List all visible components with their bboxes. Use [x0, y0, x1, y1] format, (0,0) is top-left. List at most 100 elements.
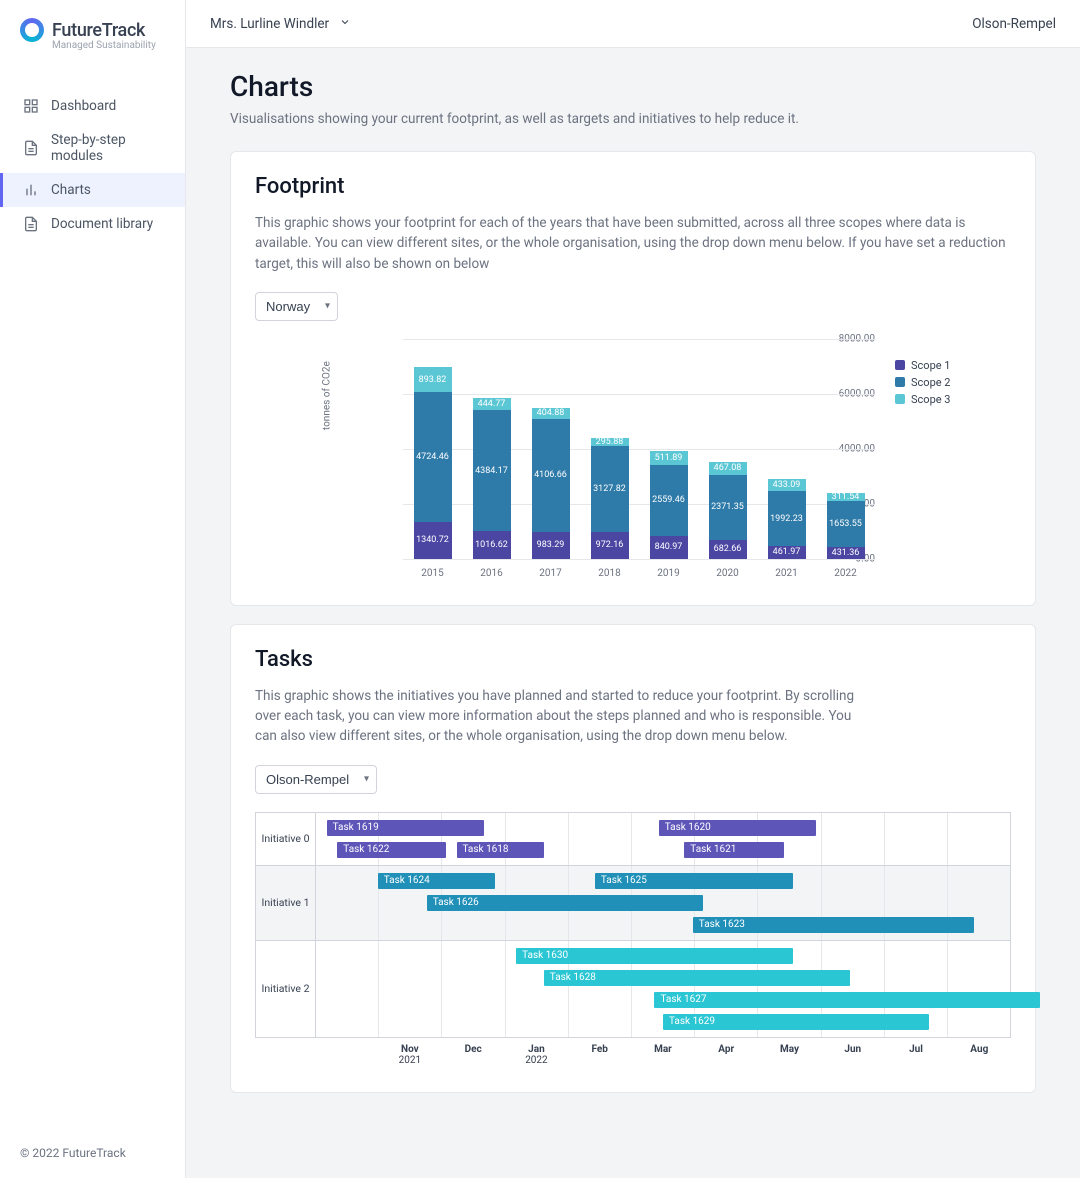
gantt-bar[interactable]: Task 1626 [427, 895, 704, 911]
x-tick: 2019 [650, 568, 688, 579]
gantt-x-tick: Apr [695, 1038, 758, 1066]
brand-name: FutureTrack [52, 20, 145, 41]
legend-label: Scope 1 [911, 359, 950, 372]
gantt-lane: Task 1630Task 1628Task 1627Task 1629 [316, 941, 1010, 1037]
nav-item-charts[interactable]: Charts [0, 173, 185, 207]
bar-segment: 4106.66 [532, 419, 570, 532]
legend-label: Scope 2 [911, 376, 950, 389]
x-tick: 2016 [473, 568, 511, 579]
gantt-row-label: Initiative 1 [256, 866, 316, 940]
main: Mrs. Lurline Windler Olson-Rempel Charts… [186, 0, 1080, 1178]
tasks-site-select[interactable]: Olson-Rempel [255, 765, 377, 794]
gantt-bar[interactable]: Task 1627 [654, 992, 1039, 1008]
page-title: Charts [230, 70, 1036, 103]
gantt-x-tick: Jan2022 [505, 1038, 568, 1066]
nav: Dashboard Step-by-step modules Charts Docum… [0, 89, 185, 241]
bar-segment: 1653.55 [827, 501, 865, 546]
gantt-chart: Initiative 0Task 1619Task 1620Task 1622T… [255, 812, 1011, 1038]
gantt-x-tick: May [758, 1038, 821, 1066]
gantt-bar[interactable]: Task 1618 [457, 842, 544, 858]
gantt-x-tick: Nov2021 [378, 1038, 441, 1066]
gantt-bar[interactable]: Task 1624 [378, 873, 495, 889]
x-tick: 2015 [414, 568, 452, 579]
legend-swatch [895, 377, 905, 387]
footprint-card: Footprint This graphic shows your footpr… [230, 151, 1036, 606]
bar-segment: 2559.46 [650, 465, 688, 535]
org-name: Olson-Rempel [972, 16, 1056, 32]
bar-group: 983.294106.66404.88 [532, 408, 570, 559]
brand: FutureTrack Managed Sustainability [0, 0, 185, 61]
bar-segment: 1016.62 [473, 531, 511, 559]
gantt-x-tick: Feb [568, 1038, 631, 1066]
bar-segment: 433.09 [768, 479, 806, 491]
gridline [403, 559, 875, 560]
gantt-row: Initiative 2Task 1630Task 1628Task 1627T… [256, 941, 1010, 1037]
gantt-xaxis: Nov2021DecJan2022FebMarAprMayJunJulAug [315, 1038, 1011, 1066]
bar-segment: 444.77 [473, 398, 511, 410]
x-labels: 20152016201720182019202020212022 [403, 568, 875, 579]
footer-text: © 2022 FutureTrack [0, 1128, 185, 1178]
footprint-legend: Scope 1 Scope 2 Scope 3 [895, 359, 950, 579]
bar-group: 682.662371.35467.08 [709, 462, 747, 559]
nav-item-step-by-step-modules[interactable]: Step-by-step modules [0, 123, 185, 173]
nav-item-dashboard[interactable]: Dashboard [0, 89, 185, 123]
legend-item: Scope 3 [895, 393, 950, 406]
bar-group: 461.971992.23433.09 [768, 479, 806, 558]
gantt-bar[interactable]: Task 1630 [516, 948, 793, 964]
nav-item-label: Charts [51, 182, 91, 198]
legend-item: Scope 1 [895, 359, 950, 372]
bar-segment: 295.88 [591, 438, 629, 446]
sidebar: FutureTrack Managed Sustainability Dashb… [0, 0, 186, 1178]
bar-group: 840.972559.46511.89 [650, 451, 688, 559]
bar-icon [23, 182, 39, 198]
brand-tagline: Managed Sustainability [52, 40, 165, 51]
gantt-bar[interactable]: Task 1629 [663, 1014, 929, 1030]
grid-icon [23, 98, 39, 114]
bar-segment: 2371.35 [709, 475, 747, 540]
gantt-bar[interactable]: Task 1623 [693, 917, 974, 933]
bar-segment: 972.16 [591, 532, 629, 559]
gantt-bar[interactable]: Task 1622 [337, 842, 446, 858]
bar-segment: 461.97 [768, 546, 806, 559]
gantt-x-tick: Jul [884, 1038, 947, 1066]
doc-icon [23, 140, 39, 156]
gantt-row-label: Initiative 2 [256, 941, 316, 1037]
x-tick: 2020 [709, 568, 747, 579]
bars-container: 1340.724724.46893.821016.624384.17444.77… [403, 339, 875, 559]
legend-swatch [895, 394, 905, 404]
bar-group: 972.163127.82295.88 [591, 438, 629, 559]
gantt-bar[interactable]: Task 1620 [659, 820, 817, 836]
brand-logo-icon [20, 18, 44, 42]
x-tick: 2021 [768, 568, 806, 579]
gantt-lane: Task 1619 Task 1620 Task 1622 Task 1618 Task… [316, 813, 1010, 865]
bar-segment: 467.08 [709, 462, 747, 475]
user-menu[interactable]: Mrs. Lurline Windler [210, 16, 351, 32]
nav-item-document-library[interactable]: Document library [0, 207, 185, 241]
bar-segment: 311.54 [827, 493, 865, 502]
gantt-bar[interactable]: Task 1628 [544, 970, 851, 986]
gantt-bar[interactable]: Task 1625 [595, 873, 793, 889]
legend-swatch [895, 360, 905, 370]
gantt-x-tick: Jun [821, 1038, 884, 1066]
footprint-title: Footprint [255, 174, 1011, 199]
gantt-x-tick: Mar [631, 1038, 694, 1066]
tasks-desc: This graphic shows the initiatives you h… [255, 686, 875, 747]
topbar: Mrs. Lurline Windler Olson-Rempel [186, 0, 1080, 48]
nav-item-label: Dashboard [51, 98, 116, 114]
x-tick: 2017 [532, 568, 570, 579]
gantt-bar[interactable]: Task 1621 [684, 842, 784, 858]
bar-segment: 893.82 [414, 367, 452, 392]
nav-item-label: Document library [51, 216, 153, 232]
footprint-site-select[interactable]: Norway [255, 292, 338, 321]
gantt-bar[interactable]: Task 1619 [327, 820, 485, 836]
gantt-lane: Task 1624 Task 1625 Task 1626 Task 1623 [316, 866, 1010, 940]
footprint-desc: This graphic shows your footprint for ea… [255, 213, 1011, 274]
user-name: Mrs. Lurline Windler [210, 16, 329, 32]
gantt-row: Initiative 1Task 1624Task 1625Task 1626T… [256, 866, 1010, 941]
gantt-row-label: Initiative 0 [256, 813, 316, 865]
page-desc: Visualisations showing your current foot… [230, 111, 1036, 127]
bar-segment: 983.29 [532, 532, 570, 559]
legend-label: Scope 3 [911, 393, 950, 406]
bar-segment: 404.88 [532, 408, 570, 419]
chevron-down-icon [339, 16, 351, 32]
